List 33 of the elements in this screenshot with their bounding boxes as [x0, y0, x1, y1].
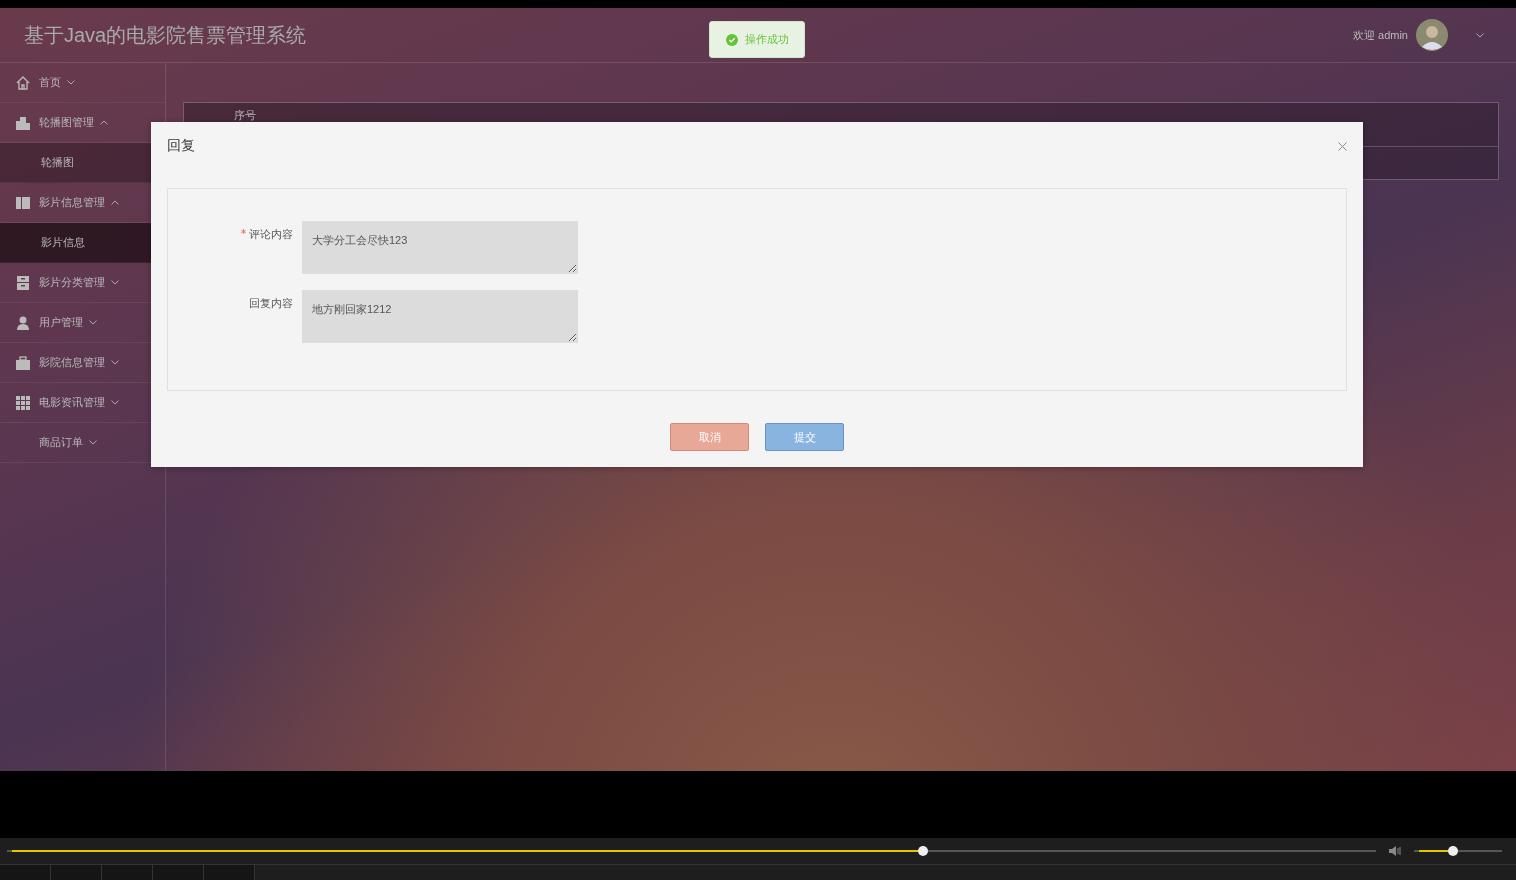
chevron-down-icon	[111, 360, 119, 365]
chevron-up-icon	[100, 120, 108, 125]
text-area[interactable]: 大学分工会尽快123	[302, 221, 578, 274]
briefcase-icon	[15, 354, 31, 371]
avatar-icon[interactable]	[1416, 19, 1448, 51]
field-label: 回复内容	[249, 297, 293, 309]
chevron-down-icon	[89, 320, 97, 325]
column-header: 序号	[234, 108, 256, 123]
sidebar-item[interactable]: 首页	[0, 63, 165, 103]
close-icon[interactable]	[1338, 141, 1347, 151]
text-area[interactable]: 地方刚回家1212	[302, 290, 578, 343]
speaker-icon[interactable]	[1388, 845, 1402, 857]
success-toast: 操作成功	[709, 21, 805, 58]
chevron-down-icon	[67, 80, 75, 85]
chevron-down-icon[interactable]	[1476, 32, 1484, 38]
chevron-down-icon	[111, 280, 119, 285]
required-icon	[241, 229, 246, 234]
chevron-down-icon	[89, 440, 97, 445]
dialog-title: 回复	[167, 137, 195, 155]
building-icon	[15, 114, 31, 131]
chevron-down-icon	[111, 400, 119, 405]
volume-handle[interactable]	[1448, 846, 1459, 856]
app-title: 基于Java的电影院售票管理系统	[24, 22, 307, 48]
check-circle-icon	[725, 33, 738, 46]
drawer-icon	[15, 274, 31, 291]
field-label: 评论内容	[249, 228, 293, 240]
chevron-up-icon	[111, 200, 119, 205]
home-icon	[15, 74, 31, 91]
grid-icon	[15, 394, 31, 411]
user-icon	[15, 314, 31, 331]
book-icon	[15, 194, 31, 211]
seek-handle[interactable]	[917, 846, 928, 856]
user-greeting: 欢迎 admin	[1352, 27, 1408, 43]
